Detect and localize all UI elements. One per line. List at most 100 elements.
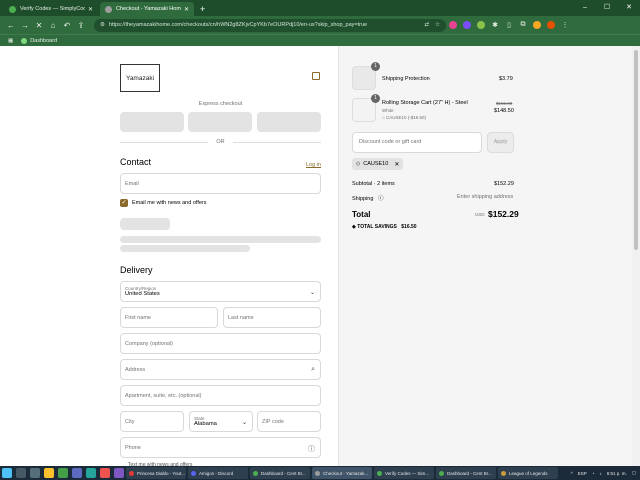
download-icon[interactable] (547, 21, 555, 29)
taskbar-button[interactable]: Amigos - Discord (188, 467, 248, 479)
taskbar-button[interactable]: Verify Codes — Sim... (374, 467, 434, 479)
shopping-bag-icon[interactable] (312, 72, 320, 80)
extension-icon[interactable] (477, 21, 485, 29)
undo-icon[interactable]: ↶ (60, 21, 74, 30)
savings-label: TOTAL SAVINGS (357, 224, 397, 230)
item-discount-text: CAUSE10 (-$16.50) (385, 115, 427, 120)
quantity-badge: 1 (371, 94, 380, 103)
taskbar-label: Amigos - Discord (199, 470, 234, 476)
close-tab-icon[interactable]: ✕ (88, 6, 93, 13)
tab-title: Verify Codes — SimplyCodes (20, 6, 85, 12)
loading-placeholder (120, 236, 321, 243)
address-bar[interactable]: ⚙ https://theyamazakihome.com/checkouts/… (94, 18, 446, 32)
apply-button[interactable]: Apply (487, 132, 514, 153)
apps-grid-icon[interactable]: ▦ (8, 38, 13, 44)
page-scrollbar[interactable] (632, 46, 640, 466)
share-icon[interactable]: ⇪ (74, 21, 88, 30)
remove-discount-icon[interactable]: ✕ (394, 161, 399, 168)
checkbox-checked-icon[interactable]: ✓ (120, 199, 128, 207)
store-logo[interactable]: Yamazaki (120, 64, 160, 92)
network-icon[interactable]: ◔ (592, 471, 595, 476)
applied-code: CAUSE10 (363, 161, 389, 167)
email-field[interactable]: Email (120, 173, 321, 194)
extensions-puzzle-icon[interactable]: ✱ (488, 21, 502, 29)
chrome-icon[interactable] (58, 468, 68, 478)
back-icon[interactable]: ← (4, 21, 18, 30)
tab-simplycodes[interactable]: Verify Codes — SimplyCodes ✕ (4, 2, 98, 16)
scrollbar-thumb[interactable] (634, 50, 638, 250)
app-icon[interactable] (114, 468, 124, 478)
checkout-page: Yamazaki Express checkout OR Contact Log… (0, 46, 640, 468)
language-indicator[interactable]: ESP (578, 471, 587, 476)
sidebar-icon[interactable]: ▯ (502, 21, 516, 29)
city-field[interactable]: City (120, 411, 184, 432)
browser-chrome: Verify Codes — SimplyCodes ✕ Checkout - … (0, 0, 640, 46)
item-price: $148.50 (494, 108, 514, 114)
tray-chevron-icon[interactable]: ^ (571, 471, 573, 476)
bookmark-star-icon[interactable]: ☆ (435, 22, 440, 28)
app-icon[interactable] (86, 468, 96, 478)
file-explorer-icon[interactable] (44, 468, 54, 478)
maximize-icon[interactable]: ☐ (596, 0, 618, 16)
taskbar-button[interactable]: Checkout - Yamazak... (312, 467, 372, 479)
delivery-heading: Delivery (120, 265, 153, 275)
new-tab-icon[interactable]: + (200, 2, 205, 16)
taskbar-button[interactable]: Dashboard - Cent Br... (250, 467, 310, 479)
notifications-icon[interactable]: ▢ (632, 470, 636, 476)
help-circle-icon[interactable]: ⓘ (308, 444, 315, 454)
taskbar-button[interactable]: Princesa Diablo - Yout... (126, 467, 186, 479)
loading-placeholder (120, 218, 170, 230)
app-icon[interactable] (100, 468, 110, 478)
windows-start-icon[interactable] (2, 468, 12, 478)
contact-heading: Contact (120, 157, 152, 167)
quantity-badge: 1 (371, 62, 380, 71)
profile-avatar-icon[interactable] (533, 21, 541, 29)
minimize-icon[interactable]: – (574, 0, 596, 16)
phone-field[interactable]: Phone ⓘ (120, 437, 321, 458)
express-checkout-label: Express checkout (198, 101, 243, 107)
volume-icon[interactable]: ♪ (599, 471, 601, 476)
country-select[interactable]: Country/Region United States ⌄ (120, 281, 321, 302)
site-info-icon[interactable]: ⚙ (100, 22, 105, 28)
extension-icon[interactable] (463, 21, 471, 29)
last-name-field[interactable]: Last name (223, 307, 321, 328)
menu-kebab-icon[interactable]: ⋮ (558, 21, 572, 29)
newsletter-checkbox-row[interactable]: ✓ Email me with news and offers (120, 199, 207, 207)
address-field[interactable]: Address ⌕ (120, 359, 321, 380)
home-icon[interactable]: ⌂ (46, 21, 60, 30)
subtotal-value: $152.29 (494, 181, 514, 187)
forward-icon[interactable]: → (18, 21, 32, 30)
tab-checkout[interactable]: Checkout - Yamazaki Home ✕ (100, 2, 194, 16)
simplycodes-favicon-icon (9, 5, 16, 13)
or-label: OR (216, 139, 225, 145)
state-select[interactable]: State Alabama ⌄ (189, 411, 253, 432)
task-view-icon[interactable] (30, 468, 40, 478)
express-pay-button[interactable] (188, 112, 252, 132)
help-circle-icon[interactable]: ⓘ (378, 196, 384, 202)
currency-label: USD (475, 212, 485, 217)
close-window-icon[interactable]: ✕ (618, 0, 640, 16)
extension-icon[interactable] (449, 21, 457, 29)
bookmark-dashboard[interactable]: Dashboard (30, 38, 57, 44)
company-field[interactable]: Company (optional) (120, 333, 321, 354)
screenshot-icon[interactable]: ⧉ (516, 21, 530, 29)
discord-icon (191, 470, 196, 476)
chrome-icon (315, 470, 320, 476)
zip-field[interactable]: ZIP code (257, 411, 321, 432)
app-icon[interactable] (72, 468, 82, 478)
login-link[interactable]: Log in (306, 162, 321, 168)
apartment-field[interactable]: Apartment, suite, etc. (optional) (120, 385, 321, 406)
clock[interactable]: 6:51 p. m. (607, 471, 627, 476)
youtube-icon (129, 470, 134, 476)
stop-icon[interactable]: ✕ (32, 21, 46, 30)
country-value: United States (125, 291, 160, 297)
taskbar-button[interactable]: League of Legends (498, 467, 558, 479)
first-name-field[interactable]: First name (120, 307, 218, 328)
express-pay-button[interactable] (257, 112, 321, 132)
express-pay-button[interactable] (120, 112, 184, 132)
translate-icon[interactable]: ⇄ (424, 22, 429, 28)
search-icon[interactable] (16, 468, 26, 478)
discount-code-input[interactable]: Discount code or gift card (352, 132, 482, 153)
close-tab-icon[interactable]: ✕ (184, 6, 189, 13)
taskbar-button[interactable]: Dashboard - Cent Br... (436, 467, 496, 479)
